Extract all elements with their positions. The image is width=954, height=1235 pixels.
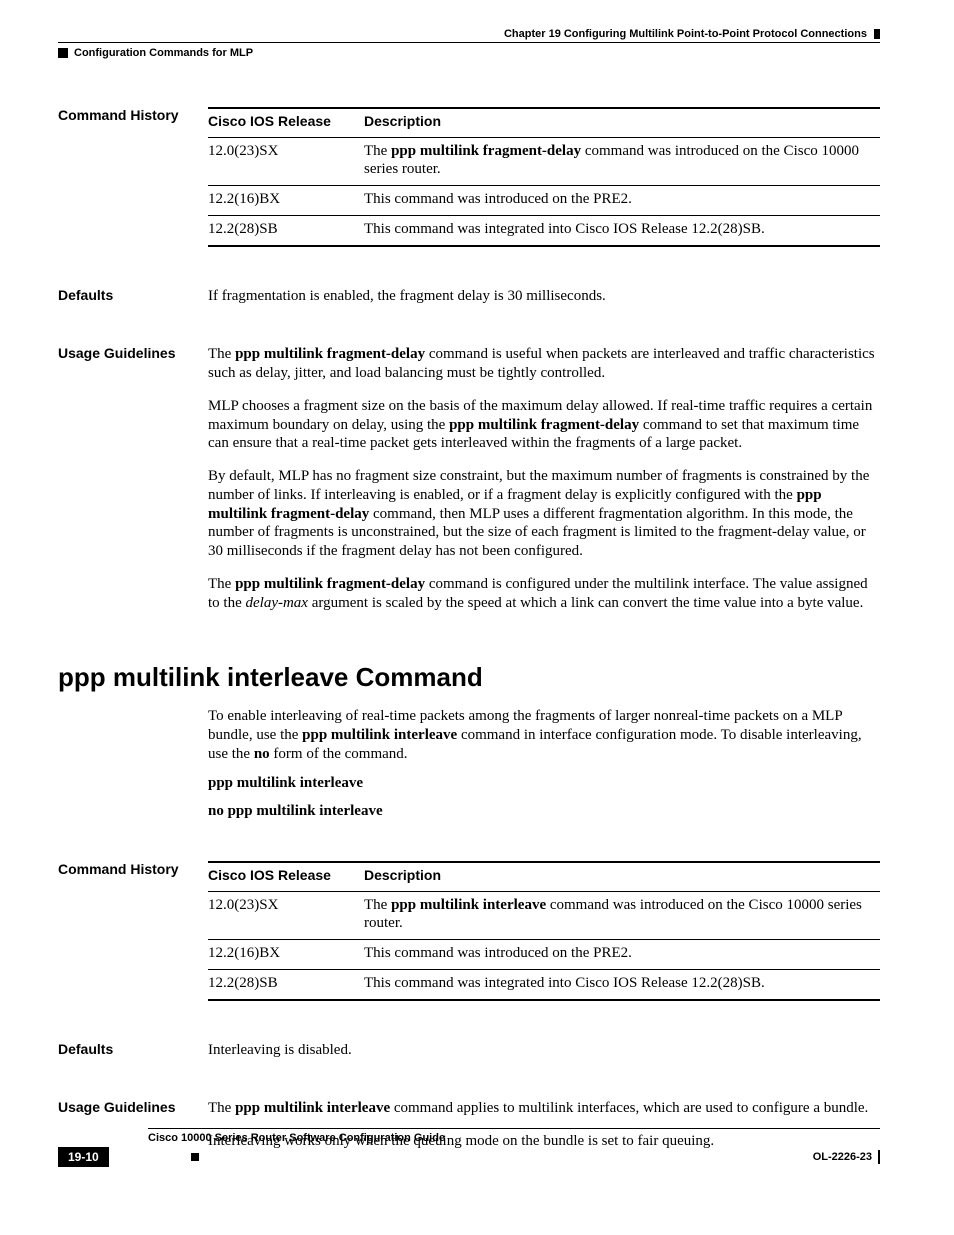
header-corner-icon bbox=[874, 29, 880, 39]
table-header-description: Description bbox=[364, 108, 880, 137]
defaults-text: Interleaving is disabled. bbox=[208, 1041, 880, 1060]
chapter-title: Chapter 19 Configuring Multilink Point-t… bbox=[504, 28, 867, 40]
running-header: Chapter 19 Configuring Multilink Point-t… bbox=[58, 28, 880, 59]
usage-label: Usage Guidelines bbox=[58, 345, 188, 612]
table-header-description: Description bbox=[364, 862, 880, 891]
table-row: 12.2(28)SB This command was integrated i… bbox=[208, 215, 880, 245]
table-header-release: Cisco IOS Release bbox=[208, 862, 364, 891]
command-history-label: Command History bbox=[58, 861, 188, 1001]
defaults-section-1: Defaults If fragmentation is enabled, th… bbox=[58, 287, 880, 306]
command-history-table-1: Cisco IOS Release Description 12.0(23)SX… bbox=[208, 107, 880, 247]
command-history-label: Command History bbox=[58, 107, 188, 247]
defaults-text: If fragmentation is enabled, the fragmen… bbox=[208, 287, 880, 306]
command-intro: To enable interleaving of real-time pack… bbox=[208, 707, 880, 821]
defaults-label: Defaults bbox=[58, 287, 188, 306]
table-row: 12.2(28)SB This command was integrated i… bbox=[208, 969, 880, 999]
table-row: 12.2(16)BX This command was introduced o… bbox=[208, 940, 880, 970]
section-title: Configuration Commands for MLP bbox=[74, 47, 253, 59]
table-row: 12.2(16)BX This command was introduced o… bbox=[208, 186, 880, 216]
section-marker-icon bbox=[58, 48, 68, 58]
intro-paragraph: To enable interleaving of real-time pack… bbox=[208, 707, 880, 763]
usage-paragraph: MLP chooses a fragment size on the basis… bbox=[208, 397, 880, 453]
defaults-section-2: Defaults Interleaving is disabled. bbox=[58, 1041, 880, 1060]
defaults-label: Defaults bbox=[58, 1041, 188, 1060]
table-header-release: Cisco IOS Release bbox=[208, 108, 364, 137]
command-history-table-2: Cisco IOS Release Description 12.0(23)SX… bbox=[208, 861, 880, 1001]
command-title: ppp multilink interleave Command bbox=[58, 662, 880, 693]
syntax-line: no ppp multilink interleave bbox=[208, 802, 880, 821]
footer-edge-icon bbox=[878, 1150, 880, 1164]
table-row: 12.0(23)SX The ppp multilink fragment-de… bbox=[208, 137, 880, 186]
usage-paragraph: The ppp multilink interleave command app… bbox=[208, 1099, 880, 1118]
table-row: 12.0(23)SX The ppp multilink interleave … bbox=[208, 891, 880, 940]
command-history-section-1: Command History Cisco IOS Release Descri… bbox=[58, 107, 880, 247]
usage-paragraph: The ppp multilink fragment-delay command… bbox=[208, 345, 880, 383]
syntax-line: ppp multilink interleave bbox=[208, 774, 880, 793]
usage-paragraph: The ppp multilink fragment-delay command… bbox=[208, 575, 880, 613]
usage-paragraph: By default, MLP has no fragment size con… bbox=[208, 467, 880, 561]
book-title: Cisco 10000 Series Router Software Confi… bbox=[148, 1132, 880, 1144]
page-number: 19-10 bbox=[58, 1147, 109, 1167]
command-history-section-2: Command History Cisco IOS Release Descri… bbox=[58, 861, 880, 1001]
document-id: OL-2226-23 bbox=[813, 1151, 872, 1163]
footer-marker-icon bbox=[191, 1153, 199, 1161]
page-footer: Cisco 10000 Series Router Software Confi… bbox=[0, 1128, 954, 1167]
usage-guidelines-section-1: Usage Guidelines The ppp multilink fragm… bbox=[58, 345, 880, 612]
